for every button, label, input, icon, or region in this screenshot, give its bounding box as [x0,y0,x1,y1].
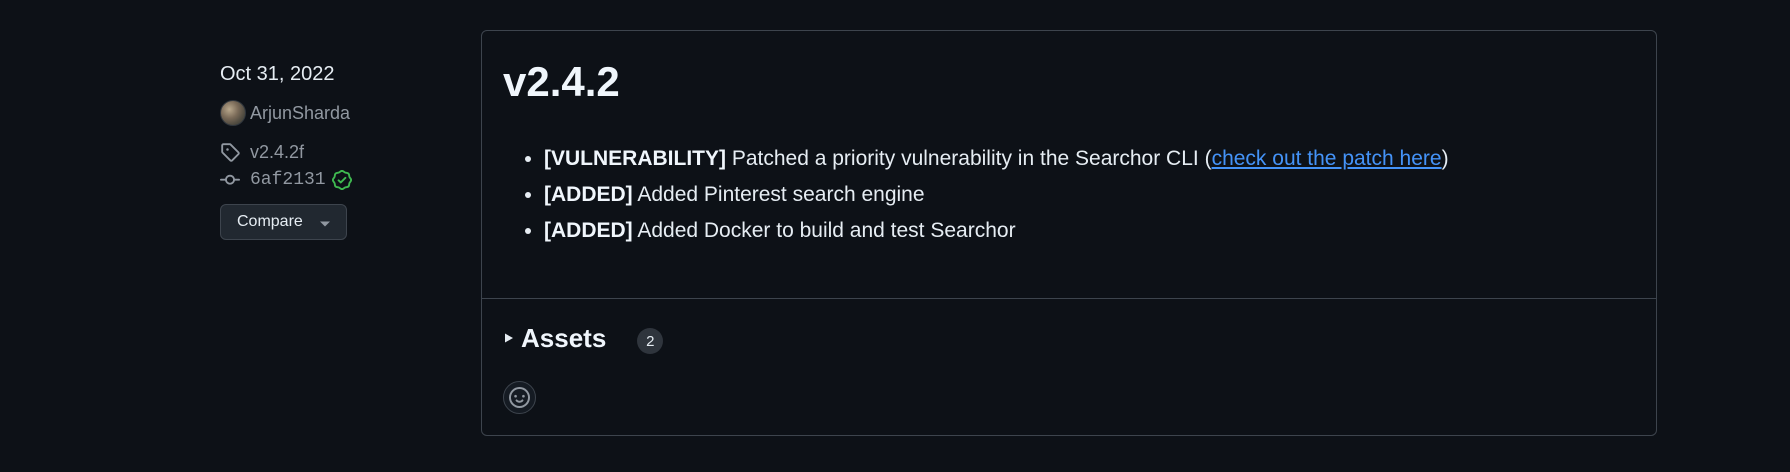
release-date: Oct 31, 2022 [220,63,335,85]
note-text: Added Docker to build and test Searchor [632,219,1016,242]
release-sidebar: Oct 31, 2022 ArjunSharda v2.4.2f 6af2131… [220,60,470,240]
tag-icon [220,142,240,162]
assets-title[interactable]: Assets [521,323,606,354]
release-notes: [VULNERABILITY] Patched a priority vulne… [503,141,1636,249]
list-item: [VULNERABILITY] Patched a priority vulne… [544,141,1636,177]
author[interactable]: ArjunSharda [220,100,470,126]
git-commit-icon [220,170,240,190]
note-tag: [ADDED] [544,183,633,206]
note-tag: [VULNERABILITY] [544,147,726,170]
patch-link[interactable]: check out the patch here [1212,147,1442,170]
release-body: v2.4.2 [VULNERABILITY] Patched a priorit… [482,31,1656,299]
release-title[interactable]: v2.4.2 [503,53,1636,111]
list-item: [ADDED] Added Docker to build and test S… [544,213,1636,249]
avatar[interactable] [220,100,246,126]
compare-button[interactable]: Compare [220,204,347,240]
add-reaction-button[interactable] [503,381,536,414]
assets-count-badge: 2 [637,328,664,354]
release-tag[interactable]: v2.4.2f [220,140,470,164]
commit-sha[interactable]: 6af2131 [250,170,326,190]
compare-label: Compare [237,213,303,230]
release-card: v2.4.2 [VULNERABILITY] Patched a priorit… [481,30,1657,436]
triangle-down-icon [319,220,331,228]
note-text-after: ) [1441,147,1449,170]
tag-label[interactable]: v2.4.2f [250,142,304,163]
verified-check-icon[interactable] [331,170,352,190]
author-name[interactable]: ArjunSharda [250,103,350,124]
assets-toggle[interactable]: Assets 2 [503,323,1636,354]
triangle-right-icon[interactable] [503,332,515,344]
note-text: Patched a priority vulnerability in the … [726,147,1212,170]
note-text: Added Pinterest search engine [632,183,925,206]
smiley-icon [509,387,530,408]
assets-section: Assets 2 [482,299,1656,414]
release-commit[interactable]: 6af2131 [220,168,470,192]
note-tag: [ADDED] [544,219,633,242]
list-item: [ADDED] Added Pinterest search engine [544,177,1636,213]
